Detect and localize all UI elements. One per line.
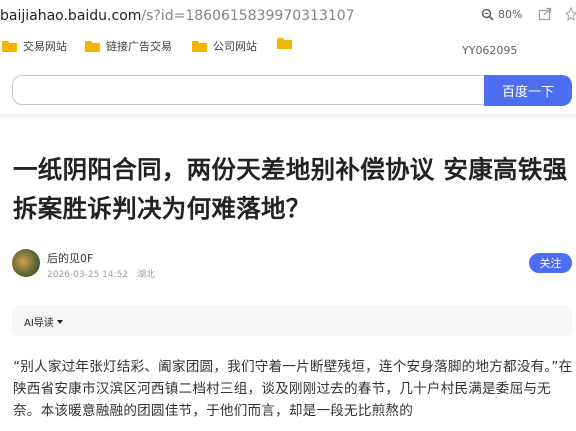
header-divider: [0, 114, 576, 120]
article-title: 一纸阴阳合同，两份天差地别补偿协议 安康高铁强拆案胜诉判决为何难落地？: [13, 155, 568, 223]
folder-icon: [85, 40, 100, 52]
url-path: /s?id=1860615839970313107: [141, 8, 355, 24]
bookmark-star-icon[interactable]: [566, 7, 576, 21]
search-button[interactable]: 百度一下: [484, 75, 572, 106]
article-meta: 2026-03-25 14:52 湖北: [47, 267, 155, 280]
publish-date: 2026-03-25 14:52: [47, 270, 129, 280]
bookmark-label: 交易网站: [23, 40, 67, 53]
article-paragraph: “别人家过年张灯结彩、阖家团圆，我们守着一片断壁残垣，连个安身落脚的地方都没有。…: [13, 359, 573, 419]
bookmark-label: 公司网站: [213, 40, 257, 53]
folder-icon: [2, 40, 17, 52]
zoom-indicator[interactable]: 80%: [481, 8, 522, 21]
zoom-level: 80%: [498, 8, 523, 21]
author-avatar[interactable]: [12, 249, 40, 277]
bookmarks-code: YY062095: [462, 44, 518, 57]
url-field[interactable]: baijiahao.baidu.com/s?id=186061583997031…: [0, 8, 355, 24]
author-name[interactable]: 后的见0F: [47, 250, 93, 266]
address-bar[interactable]: baijiahao.baidu.com/s?id=186061583997031…: [0, 0, 576, 32]
bookmark-label: 链接广告交易: [106, 40, 172, 53]
bookmark-folder-1[interactable]: 链接广告交易: [85, 38, 172, 54]
folder-icon: [277, 38, 292, 49]
ai-summary-toggle[interactable]: AI导读: [24, 314, 63, 329]
share-icon[interactable]: [538, 7, 552, 21]
bookmark-folder-0[interactable]: 交易网站: [2, 38, 67, 54]
search-input[interactable]: [12, 75, 484, 105]
ai-summary-label: AI导读: [24, 318, 54, 329]
url-host: baijiahao.baidu.com: [0, 8, 142, 24]
caret-down-icon: [56, 320, 63, 324]
folder-icon: [192, 40, 207, 52]
bookmark-folder-2[interactable]: 公司网站: [192, 38, 257, 54]
publish-location: 湖北: [136, 270, 155, 280]
follow-button[interactable]: 关注: [529, 253, 572, 273]
zoom-icon: [481, 8, 494, 21]
bookmark-folder-3[interactable]: [277, 38, 298, 49]
ai-summary-bar[interactable]: AI导读: [12, 306, 572, 336]
